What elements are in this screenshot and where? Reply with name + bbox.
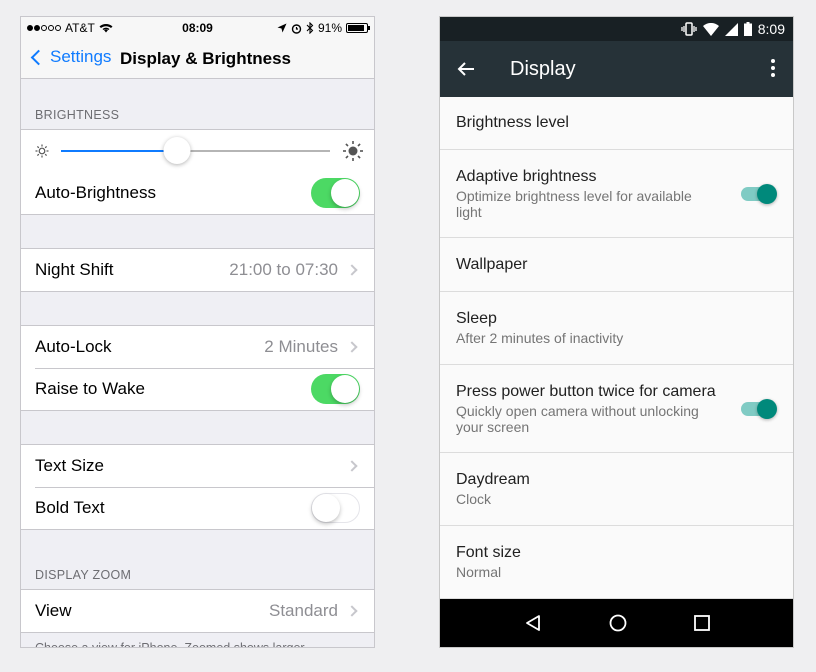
zoom-group: View Standard	[21, 589, 374, 633]
list-item-brightness-level[interactable]: Brightness level	[440, 97, 793, 150]
item-subtitle: Clock	[456, 491, 492, 507]
page-title: Display & Brightness	[120, 49, 291, 68]
android-toolbar: Display	[440, 41, 793, 97]
brightness-slider-row	[21, 130, 374, 172]
wifi-icon	[702, 22, 719, 36]
view-label: View	[35, 601, 72, 620]
list-item-font-size[interactable]: Font size Normal	[440, 526, 793, 599]
night-shift-label: Night Shift	[35, 260, 114, 279]
bold-text-toggle[interactable]	[311, 493, 360, 523]
more-vert-icon[interactable]	[771, 59, 775, 77]
sun-small-icon	[35, 144, 49, 158]
android-screen: 8:09 Display Brightness level Adaptive b…	[439, 16, 794, 648]
auto-lock-value: 2 Minutes	[264, 337, 338, 356]
text-group: Text Size Bold Text	[21, 444, 374, 530]
chevron-right-icon	[346, 605, 358, 617]
back-button[interactable]: Settings	[29, 47, 111, 67]
item-title: Daydream	[456, 471, 530, 488]
list-item-daydream[interactable]: Daydream Clock	[440, 453, 793, 526]
adaptive-brightness-switch[interactable]	[741, 183, 777, 204]
auto-lock-row[interactable]: Auto-Lock 2 Minutes	[21, 326, 374, 368]
bold-text-label: Bold Text	[35, 498, 105, 517]
android-nav-bar	[440, 599, 793, 647]
zoom-footnote: Choose a view for iPhone. Zoomed shows l…	[35, 641, 305, 648]
android-clock: 8:09	[757, 21, 785, 37]
alarm-icon	[291, 23, 302, 34]
item-subtitle: Quickly open camera without unlocking yo…	[456, 402, 699, 435]
android-status-bar: 8:09	[440, 17, 793, 41]
vibrate-icon	[681, 22, 697, 36]
wifi-icon	[99, 24, 113, 33]
night-shift-row[interactable]: Night Shift 21:00 to 07:30	[21, 249, 374, 291]
cell-signal-icon	[724, 22, 738, 36]
chevron-left-icon	[30, 49, 47, 65]
bluetooth-icon	[306, 22, 314, 34]
raise-to-wake-toggle[interactable]	[311, 374, 360, 404]
lock-group: Auto-Lock 2 Minutes Raise to Wake	[21, 325, 374, 411]
brightness-group: Auto-Brightness	[21, 129, 374, 215]
battery-icon	[346, 23, 370, 33]
nav-recents-icon[interactable]	[693, 615, 710, 631]
battery-icon	[743, 22, 752, 36]
auto-lock-label: Auto-Lock	[35, 337, 112, 356]
auto-brightness-toggle[interactable]	[311, 178, 360, 208]
signal-dots-icon	[27, 25, 61, 31]
raise-to-wake-label: Raise to Wake	[35, 379, 145, 398]
section-header-brightness: BRIGHTNESS	[35, 108, 120, 122]
item-subtitle: Optimize brightness level for available …	[456, 187, 692, 220]
auto-brightness-row: Auto-Brightness	[21, 172, 374, 214]
toolbar-title: Display	[510, 57, 576, 80]
location-icon	[277, 23, 287, 33]
brightness-slider[interactable]	[61, 137, 330, 164]
view-row[interactable]: View Standard	[21, 590, 374, 632]
arrow-back-icon[interactable]	[456, 59, 476, 79]
brightness-slider-fill	[61, 150, 177, 152]
nav-back-icon[interactable]	[524, 614, 542, 632]
chevron-right-icon	[346, 460, 358, 472]
item-title: Brightness level	[456, 114, 569, 131]
chevron-right-icon	[346, 264, 358, 276]
sun-large-icon	[342, 140, 364, 162]
list-item-adaptive-brightness[interactable]: Adaptive brightness Optimize brightness l…	[440, 150, 793, 238]
list-item-power-button-camera[interactable]: Press power button twice for camera Quick…	[440, 365, 793, 453]
view-value: Standard	[269, 601, 338, 620]
ios-screen: AT&T 08:09 91% Settings Display & Bright…	[20, 16, 375, 648]
item-subtitle: After 2 minutes of inactivity	[456, 330, 624, 346]
back-label: Settings	[50, 47, 112, 66]
item-title: Sleep	[456, 310, 497, 327]
item-title: Press power button twice for camera	[456, 382, 716, 400]
list-item-sleep[interactable]: Sleep After 2 minutes of inactivity	[440, 292, 793, 365]
raise-to-wake-row: Raise to Wake	[21, 368, 374, 410]
text-size-label: Text Size	[35, 456, 104, 475]
ios-status-bar: AT&T 08:09 91%	[21, 17, 374, 39]
item-title: Wallpaper	[456, 255, 528, 273]
ios-nav-bar: Settings Display & Brightness	[21, 39, 374, 79]
list-item-wallpaper[interactable]: Wallpaper	[440, 238, 793, 292]
night-shift-group: Night Shift 21:00 to 07:30	[21, 248, 374, 292]
auto-brightness-label: Auto-Brightness	[35, 183, 156, 202]
night-shift-value: 21:00 to 07:30	[229, 260, 338, 279]
chevron-right-icon	[346, 341, 358, 353]
section-header-display-zoom: DISPLAY ZOOM	[35, 568, 132, 582]
brightness-slider-thumb[interactable]	[163, 137, 191, 164]
nav-home-icon[interactable]	[609, 614, 627, 632]
battery-percent: 91%	[317, 21, 342, 35]
item-title: Font size	[456, 544, 521, 561]
carrier-label: AT&T	[65, 21, 95, 35]
power-button-camera-switch[interactable]	[741, 398, 777, 419]
text-size-row[interactable]: Text Size	[21, 445, 374, 487]
settings-list: Brightness level Adaptive brightness Opti…	[440, 97, 793, 599]
item-subtitle: Normal	[456, 564, 502, 580]
item-title: Adaptive brightness	[456, 167, 597, 185]
bold-text-row: Bold Text	[21, 487, 374, 529]
